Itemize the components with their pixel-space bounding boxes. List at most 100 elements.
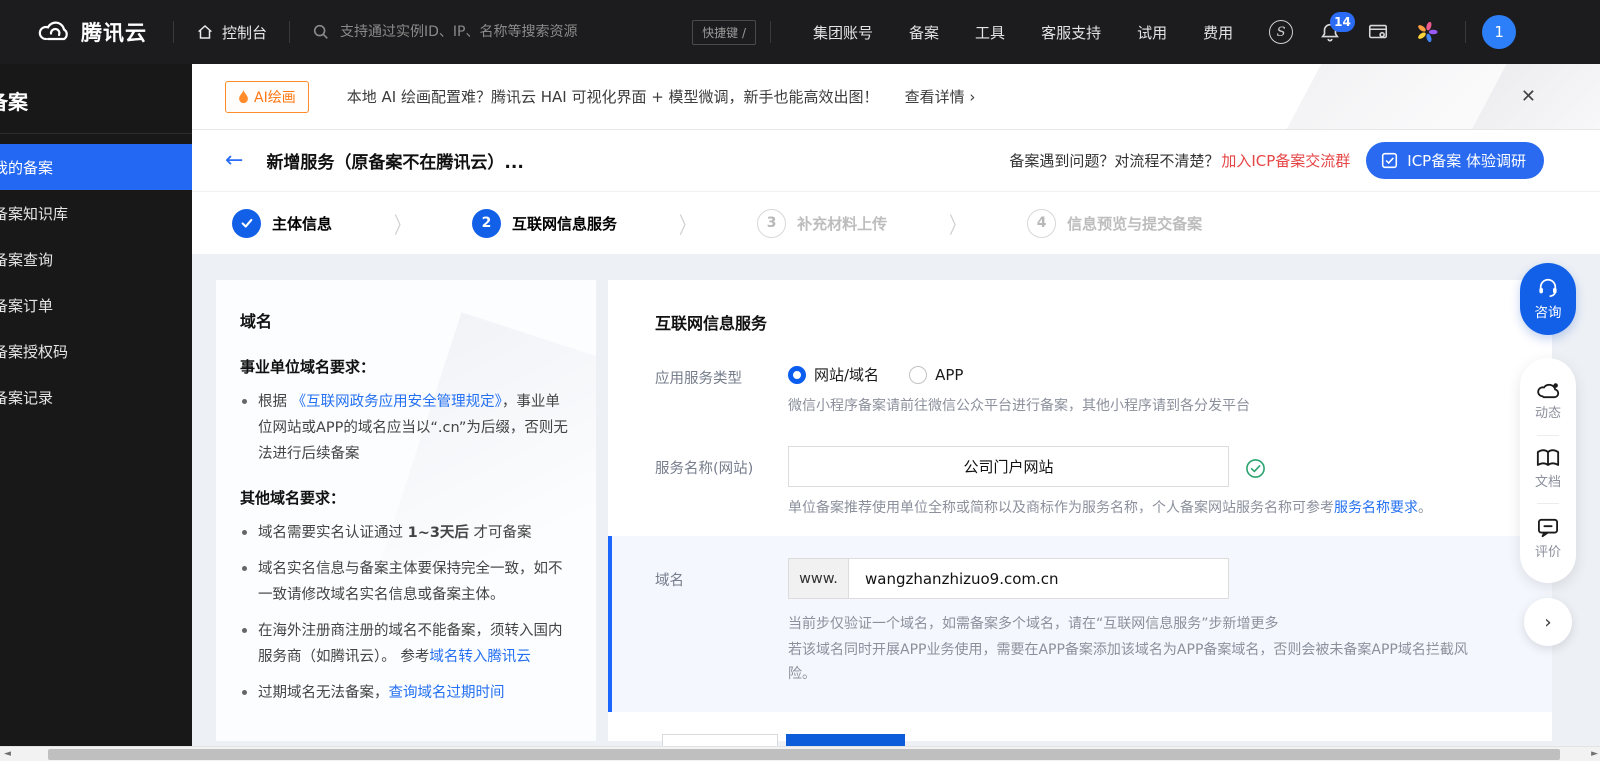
user-avatar[interactable]: 1	[1482, 15, 1517, 49]
survey-checkbox-icon	[1382, 152, 1398, 169]
sidebar-item-auth-code[interactable]: 备案授权码	[0, 328, 192, 374]
tip-item: 过期域名无法备案，查询域名过期时间	[240, 680, 572, 706]
feedback-button[interactable]: 评价	[1535, 518, 1561, 560]
radio-app[interactable]: APP	[909, 365, 963, 384]
tips-section1-title: 事业单位域名要求：	[240, 358, 376, 376]
divider	[1537, 434, 1559, 436]
cloud-news-icon	[1537, 383, 1560, 399]
flame-icon	[239, 89, 248, 103]
ai-paint-badge: AI绘画	[225, 80, 309, 113]
step-3-upload-materials: 3 补充材料上传	[757, 208, 887, 238]
menu-trial[interactable]: 试用	[1137, 22, 1167, 43]
sidebar-item-knowledge-base[interactable]: 备案知识库	[0, 190, 192, 236]
tips-list-1: 根据 《互联网政务应用安全管理规定》，事业单位网站或APP的域名应当以“.cn”…	[240, 389, 572, 467]
promo-banner: AI绘画 本地 AI 绘画配置难？腾讯云 HAI 可视化界面 + 模型微调，新手…	[192, 64, 1600, 130]
main-area: AI绘画 本地 AI 绘画配置难？腾讯云 HAI 可视化界面 + 模型微调，新手…	[192, 64, 1600, 761]
menu-tools[interactable]: 工具	[975, 22, 1005, 43]
scroll-left-arrow[interactable]: ◄	[4, 749, 11, 760]
consult-button[interactable]: 咨询	[1520, 263, 1576, 335]
close-icon[interactable]: ✕	[1521, 86, 1536, 107]
floating-toolbar: 动态 文档 评价	[1520, 358, 1576, 583]
menu-support[interactable]: 客服支持	[1041, 22, 1101, 43]
chevron-right-icon: 〉	[679, 211, 696, 239]
domain-input[interactable]	[848, 558, 1229, 599]
currency-icon[interactable]: S	[1269, 20, 1294, 44]
console-link[interactable]: 控制台	[174, 22, 289, 43]
chevron-right-icon: 〉	[394, 211, 411, 239]
tip-item: 在海外注册商注册的域名不能备案，须转入国内服务商（如腾讯云）。 参考域名转入腾讯…	[240, 618, 572, 670]
domain-transfer-link[interactable]: 域名转入腾讯云	[429, 649, 531, 665]
search-icon	[312, 23, 330, 41]
service-name-requirements-link[interactable]: 服务名称要求	[1334, 500, 1418, 516]
tip-item: 域名实名信息与备案主体要保持完全一致，如不一致请修改域名实名信息或备案主体。	[240, 556, 572, 608]
scroll-right-arrow[interactable]: ►	[1591, 749, 1598, 760]
tips-title: 域名	[240, 312, 273, 331]
page-title: 新增服务（原备案不在腾讯云）...	[266, 153, 524, 173]
notifications-button[interactable]: 14	[1319, 12, 1355, 43]
topbar-divider	[1465, 21, 1467, 43]
domain-expiry-query-link[interactable]: 查询域名过期时间	[389, 685, 505, 701]
step-check-icon	[232, 208, 261, 238]
valid-check-icon	[1245, 458, 1266, 479]
radio-website-domain[interactable]: 网站/域名	[788, 364, 879, 385]
step-1-subject-info: 主体信息	[232, 208, 332, 238]
service-name-hint: 单位备案推荐使用单位全称或简称以及商标作为服务名称，个人备案网站服务名称可参考服…	[788, 500, 1432, 516]
notification-badge: 14	[1330, 12, 1355, 32]
service-name-row: 服务名称(网站) 单位备案推荐使用单位全称或简称以及商标作为服务名称，个人备案网…	[655, 446, 1552, 520]
back-arrow-icon[interactable]: ←	[225, 149, 243, 172]
content-area: 域名 事业单位域名要求： 根据 《互联网政务应用安全管理规定》，事业单位网站或A…	[192, 254, 1600, 761]
logo-text: 腾讯云	[81, 21, 147, 45]
sidebar-item-beian-query[interactable]: 备案查询	[0, 236, 192, 282]
tencent-cloud-logo[interactable]: 腾讯云	[0, 17, 173, 47]
domain-tips-panel: 域名 事业单位域名要求： 根据 《互联网政务应用安全管理规定》，事业单位网站或A…	[216, 280, 596, 741]
service-name-input[interactable]	[788, 446, 1229, 487]
domain-hint-1: 当前步仅验证一个域名，如需备案多个域名，请在“互联网信息服务”步新增更多	[788, 616, 1279, 632]
join-icp-group-link[interactable]: 加入ICP备案交流群	[1221, 150, 1350, 171]
divider	[1537, 503, 1559, 505]
cloud-logo-icon	[38, 20, 72, 44]
sidebar-items: 我的备案 备案知识库 备案查询 备案订单 备案授权码 备案记录	[0, 144, 192, 420]
horizontal-scrollbar[interactable]: ◄ ►	[0, 746, 1600, 761]
service-type-label: 应用服务类型	[655, 371, 742, 387]
sidebar: 备案 我的备案 备案知识库 备案查询 备案订单 备案授权码 备案记录	[0, 64, 192, 746]
service-name-label: 服务名称(网站)	[655, 461, 754, 477]
scrollbar-thumb[interactable]	[48, 749, 1560, 760]
radio-selected-icon	[788, 365, 806, 384]
docs-button[interactable]: 文档	[1535, 449, 1561, 490]
chevron-right-icon: 〉	[949, 211, 966, 239]
shortcut-badge: 快捷键 /	[692, 19, 757, 45]
sidebar-item-beian-records[interactable]: 备案记录	[0, 374, 192, 420]
tip-item: 根据 《互联网政务应用安全管理规定》，事业单位网站或APP的域名应当以“.cn”…	[240, 389, 572, 467]
feedback-bubble-icon	[1537, 518, 1558, 537]
menu-beian[interactable]: 备案	[909, 22, 939, 43]
banner-detail-link[interactable]: 查看详情 ›	[905, 86, 976, 107]
headset-icon	[1539, 278, 1557, 297]
domain-label: 域名	[655, 573, 684, 589]
service-type-row: 应用服务类型 网站/域名 APP 微信小程序备案请前往微信公众平台进行备案，其他…	[655, 364, 1552, 418]
workspace-settings-icon[interactable]	[1367, 21, 1389, 43]
icp-survey-button[interactable]: ICP备案 体验调研	[1366, 142, 1544, 179]
menu-billing[interactable]: 费用	[1203, 22, 1233, 43]
book-icon	[1536, 449, 1560, 466]
console-label: 控制台	[222, 23, 268, 42]
tips-list-2: 域名需要实名认证通过 1~3天后 才可备案 域名实名信息与备案主体要保持完全一致…	[240, 520, 572, 706]
header-right: 备案遇到问题？对流程不清楚？ 加入ICP备案交流群 ICP备案 体验调研	[1009, 142, 1600, 179]
sidebar-item-beian-orders[interactable]: 备案订单	[0, 282, 192, 328]
sidebar-item-my-beian[interactable]: 我的备案	[0, 144, 192, 190]
global-search[interactable]: 快捷键 /	[290, 19, 770, 45]
domain-hint-2: 若该域名同时开展APP业务使用，需要在APP备案添加该域名为APP备案域名，否则…	[788, 642, 1468, 682]
expand-panel-button[interactable]: ›	[1524, 598, 1572, 646]
step-indicator: 主体信息 〉 2 互联网信息服务 〉 3 补充材料上传 〉 4 信息预览与提交备…	[192, 191, 1600, 254]
news-button[interactable]: 动态	[1535, 381, 1561, 421]
regulation-link[interactable]: 《互联网政务应用安全管理规定》	[292, 394, 502, 410]
domain-row: 域名 www. 当前步仅验证一个域名，如需备案多个域名，请在“互联网信息服务”步…	[608, 536, 1552, 712]
tip-item: 域名需要实名认证通过 1~3天后 才可备案	[240, 520, 572, 546]
banner-text: 本地 AI 绘画配置难？腾讯云 HAI 可视化界面 + 模型微调，新手也能高效出…	[346, 88, 879, 106]
step-2-internet-info-service: 2 互联网信息服务	[472, 208, 617, 238]
search-input[interactable]	[340, 24, 683, 40]
page-header: ← 新增服务（原备案不在腾讯云）... 备案遇到问题？对流程不清楚？ 加入ICP…	[192, 130, 1600, 191]
pinwheel-icon[interactable]	[1415, 20, 1439, 44]
menu-group-account[interactable]: 集团账号	[813, 22, 873, 43]
domain-prefix-box: www.	[788, 558, 848, 599]
page: 腾讯云 控制台 快捷键 / 集团账号 备案 工具 客	[0, 0, 1600, 761]
